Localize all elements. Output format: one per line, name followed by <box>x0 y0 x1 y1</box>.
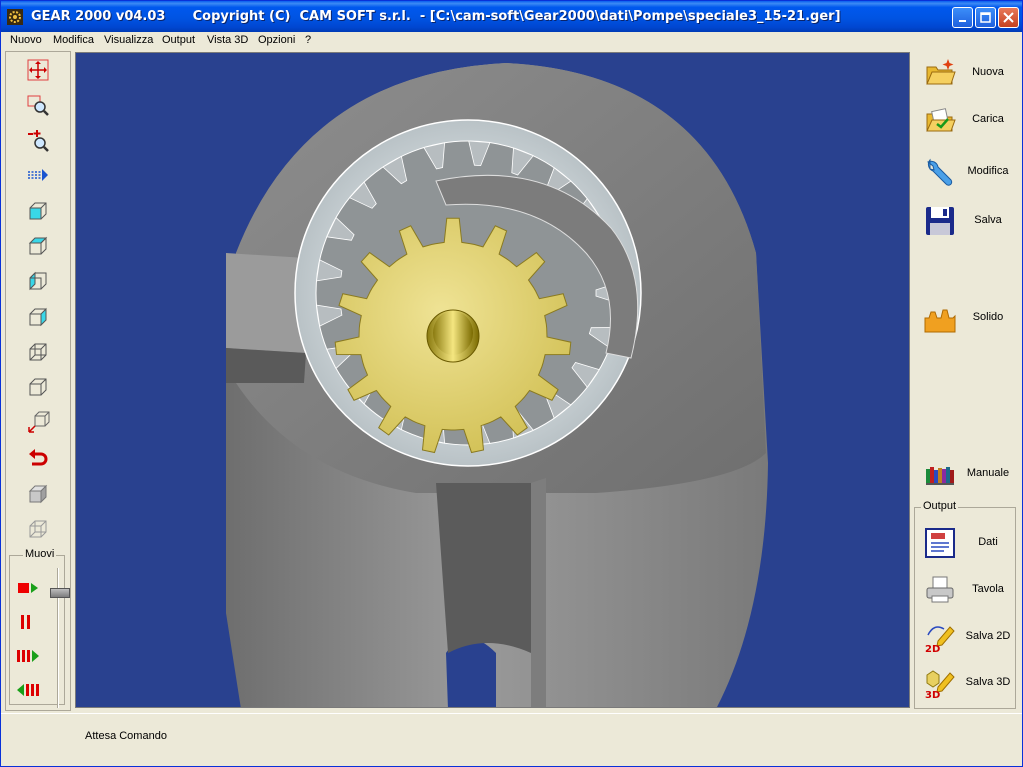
books-icon <box>926 467 954 485</box>
salva-2d-button[interactable]: 2D Salva 2D <box>918 617 1018 657</box>
rotate-back-icon <box>29 449 48 466</box>
muovi-slider-thumb[interactable] <box>50 588 70 598</box>
nuova-label: Nuova <box>972 66 1004 78</box>
minimize-icon <box>958 19 966 22</box>
fast-forward-icon <box>17 650 39 662</box>
right-panel: Nuova Carica Modifica Salva Solido Manua… <box>914 51 1019 711</box>
view-wire-button[interactable] <box>24 338 52 366</box>
pause-button[interactable] <box>14 612 42 632</box>
maximize-icon <box>980 12 991 23</box>
menu-help[interactable]: ? <box>305 34 311 46</box>
solid-view-button[interactable] <box>24 480 52 508</box>
view-cube-iso-icon <box>29 378 47 396</box>
play-button[interactable] <box>14 578 42 598</box>
svg-text:3D: 3D <box>925 690 940 699</box>
play-icon <box>18 583 38 593</box>
solido-label: Solido <box>972 311 1004 323</box>
salva-button[interactable]: Salva <box>918 201 1018 241</box>
view-right-button[interactable] <box>24 303 52 331</box>
view-top-button[interactable] <box>24 232 52 260</box>
menu-nuovo[interactable]: Nuovo <box>10 34 42 46</box>
pump-3d-model <box>226 63 768 707</box>
pause-icon <box>21 615 30 629</box>
salva-3d-button[interactable]: 3D Salva 3D <box>918 663 1018 703</box>
view-iso-button[interactable] <box>24 373 52 401</box>
dati-label: Dati <box>978 536 998 548</box>
solid-gear-icon <box>924 309 956 333</box>
floppy-disk-icon <box>926 207 954 235</box>
close-button[interactable] <box>998 7 1019 28</box>
wire-view-button[interactable] <box>24 515 52 543</box>
left-toolbar: Muovi <box>5 51 71 711</box>
data-document-icon <box>925 528 955 558</box>
svg-text:2D: 2D <box>925 644 940 653</box>
wire-box-icon <box>29 520 47 538</box>
move-right-button[interactable] <box>24 161 52 189</box>
view-cube-left-icon <box>29 271 47 291</box>
menu-bar: Nuovo Modifica Visualizza Output Vista 3… <box>1 32 1022 50</box>
salva-2d-label: Salva 2D <box>965 630 1011 642</box>
maximize-button[interactable] <box>975 7 996 28</box>
menu-modifica[interactable]: Modifica <box>53 34 94 46</box>
manuale-label: Manuale <box>966 467 1010 479</box>
muovi-label: Muovi <box>23 548 57 560</box>
menu-vista-3d[interactable]: Vista 3D <box>207 34 248 46</box>
view-left-button[interactable] <box>24 267 52 295</box>
salva-3d-label: Salva 3D <box>965 676 1011 688</box>
tavola-button[interactable]: Tavola <box>918 570 1018 610</box>
pan-button[interactable] <box>24 56 52 84</box>
axes-button[interactable] <box>24 409 52 437</box>
app-window: GEAR 2000 v04.03 Copyright (C) CAM SOFT … <box>0 0 1023 767</box>
status-text: Attesa Comando <box>85 730 167 742</box>
save-3d-pencil-icon: 3D <box>925 670 955 699</box>
view-front-button[interactable] <box>24 197 52 225</box>
modifica-button[interactable]: Modifica <box>918 152 1018 192</box>
zoom-window-icon <box>27 95 49 116</box>
menu-output[interactable]: Output <box>162 34 195 46</box>
zoom-in-out-button[interactable] <box>24 126 52 154</box>
view-cube-right-icon <box>29 307 47 327</box>
zoom-window-button[interactable] <box>24 91 52 119</box>
minimize-button[interactable] <box>952 7 973 28</box>
output-label: Output <box>921 500 959 512</box>
carica-label: Carica <box>972 113 1004 125</box>
gear-app-icon[interactable] <box>7 9 23 25</box>
save-2d-pencil-icon: 2D <box>925 626 955 653</box>
printer-icon <box>926 576 954 603</box>
close-icon <box>1003 12 1014 23</box>
modifica-label: Modifica <box>967 165 1009 177</box>
move-right-icon <box>28 169 48 181</box>
new-folder-icon <box>926 59 956 85</box>
view-cube-front-icon <box>29 202 47 220</box>
rotate-back-button[interactable] <box>24 444 52 472</box>
rewind-icon <box>17 684 39 696</box>
salva-label: Salva <box>974 214 1002 226</box>
menu-opzioni[interactable]: Opzioni <box>258 34 295 46</box>
solido-button[interactable]: Solido <box>918 298 1018 338</box>
title-bar[interactable]: GEAR 2000 v04.03 Copyright (C) CAM SOFT … <box>1 1 1022 32</box>
3d-viewport[interactable] <box>75 52 910 708</box>
nuova-button[interactable]: Nuova <box>918 53 1018 93</box>
window-title: GEAR 2000 v04.03 Copyright (C) CAM SOFT … <box>31 9 841 24</box>
wrench-icon <box>927 158 953 186</box>
zoom-in-out-icon <box>28 130 49 152</box>
solid-box-icon <box>28 484 48 504</box>
tavola-label: Tavola <box>972 583 1004 595</box>
muovi-group: Muovi <box>9 548 70 708</box>
pan-icon <box>27 59 49 81</box>
rewind-button[interactable] <box>14 680 42 700</box>
view-cube-top-icon <box>28 236 48 255</box>
carica-button[interactable]: Carica <box>918 100 1018 140</box>
view-cube-wire-icon <box>29 343 47 361</box>
status-bar: Attesa Comando <box>1 713 1022 766</box>
fast-forward-button[interactable] <box>14 646 42 666</box>
open-folder-icon <box>926 108 956 132</box>
menu-visualizza[interactable]: Visualizza <box>104 34 153 46</box>
manuale-button[interactable]: Manuale <box>918 454 1018 494</box>
axes-cube-icon <box>28 411 50 433</box>
output-group: Output Dati Tavola 2D Salva 2D 3D Salva … <box>914 500 1018 709</box>
dati-button[interactable]: Dati <box>918 523 1018 563</box>
